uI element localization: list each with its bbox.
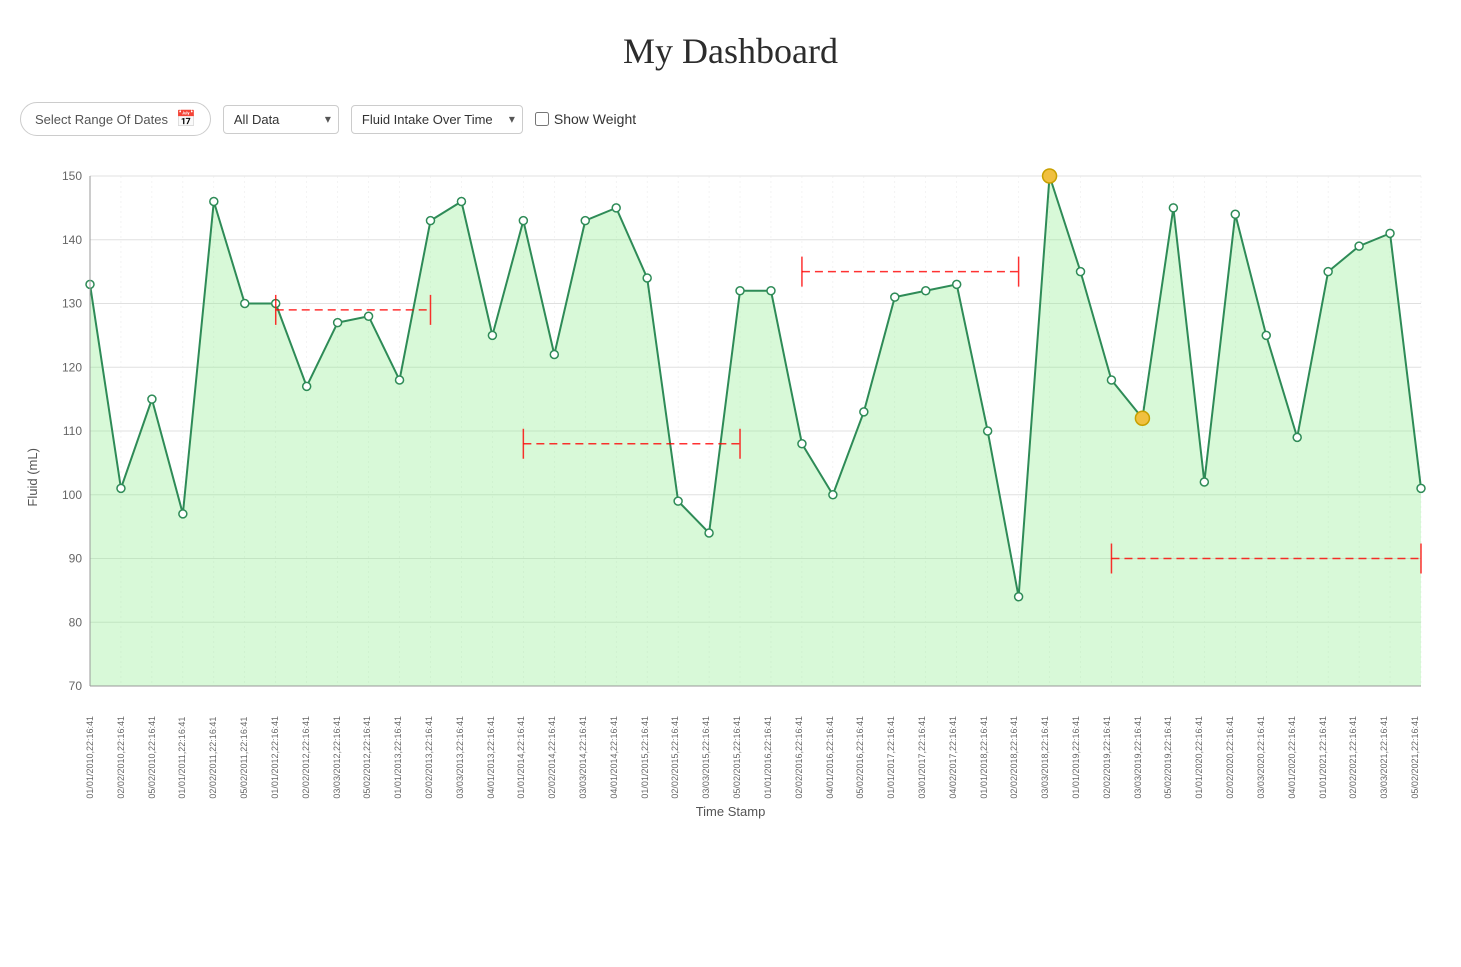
x-tick-label: 02/02/2019,22:16:41 <box>1102 716 1133 799</box>
x-tick-label: 01/01/2018,22:16:41 <box>979 716 1010 799</box>
controls-bar: Select Range Of Dates 📅 All DataLast 30 … <box>0 92 1461 146</box>
chart-inner: 70 80 90 100 110 120 130 140 150 01/01/2010,22:1… <box>40 156 1441 799</box>
x-tick-label: 05/02/2012,22:16:41 <box>362 716 393 799</box>
chart-type-select[interactable]: Fluid Intake Over TimeWeight Over TimeCo… <box>351 105 523 134</box>
x-tick-label: 05/02/2021,22:16:41 <box>1410 716 1441 799</box>
x-tick-label: 02/02/2011,22:16:41 <box>208 716 239 799</box>
x-tick-label: 03/03/2015,22:16:41 <box>701 716 732 799</box>
chart-area: Fluid (mL) 70 80 90 100 110 120 130 140 150 01/0… <box>20 156 1441 799</box>
date-range-button[interactable]: Select Range Of Dates 📅 <box>20 102 211 136</box>
x-tick-label: 03/03/2021,22:16:41 <box>1379 716 1410 799</box>
date-range-label: Select Range Of Dates <box>35 112 168 127</box>
svg-text:140: 140 <box>62 233 82 247</box>
chart-container: Fluid (mL) 70 80 90 100 110 120 130 140 150 01/0… <box>20 156 1441 819</box>
x-tick-label: 04/01/2013,22:16:41 <box>486 716 517 799</box>
x-tick-label: 03/03/2014,22:16:41 <box>578 716 609 799</box>
show-weight-checkbox[interactable] <box>535 112 549 126</box>
svg-text:110: 110 <box>63 424 82 438</box>
show-weight-label[interactable]: Show Weight <box>535 111 636 127</box>
x-tick-label: 02/02/2016,22:16:41 <box>794 716 825 799</box>
x-tick-label: 04/01/2014,22:16:41 <box>609 716 640 799</box>
x-tick-label: 02/02/2012,22:16:41 <box>301 716 332 799</box>
svg-text:70: 70 <box>69 679 83 693</box>
svg-text:150: 150 <box>62 169 82 183</box>
x-tick-label: 03/01/2017,22:16:41 <box>917 716 948 799</box>
x-tick-label: 01/01/2012,22:16:41 <box>270 716 301 799</box>
x-tick-label: 05/02/2015,22:16:41 <box>732 716 763 799</box>
x-tick-label: 01/01/2019,22:16:41 <box>1071 716 1102 799</box>
x-tick-label: 02/02/2021,22:16:41 <box>1348 716 1379 799</box>
page-title: My Dashboard <box>0 0 1461 92</box>
svg-text:90: 90 <box>69 552 83 566</box>
x-tick-label: 01/01/2015,22:16:41 <box>640 716 671 799</box>
x-tick-label: 01/01/2017,22:16:41 <box>886 716 917 799</box>
x-tick-label: 01/01/2013,22:16:41 <box>393 716 424 799</box>
x-tick-label: 03/03/2018,22:16:41 <box>1040 716 1071 799</box>
x-tick-label: 02/02/2018,22:16:41 <box>1009 716 1040 799</box>
y-axis-label: Fluid (mL) <box>20 156 40 799</box>
x-tick-label: 05/02/2016,22:16:41 <box>855 716 886 799</box>
x-tick-label: 03/03/2012,22:16:41 <box>332 716 363 799</box>
x-axis-label: Time Stamp <box>20 799 1441 819</box>
x-tick-label: 04/01/2016,22:16:41 <box>825 716 856 799</box>
main-chart-svg: 70 80 90 100 110 120 130 140 150 <box>40 156 1441 716</box>
x-tick-label: 01/01/2011,22:16:41 <box>177 716 208 799</box>
x-tick-label: 05/02/2019,22:16:41 <box>1163 716 1194 799</box>
x-tick-label: 03/03/2013,22:16:41 <box>455 716 486 799</box>
x-tick-label: 02/02/2014,22:16:41 <box>547 716 578 799</box>
svg-text:80: 80 <box>69 615 83 629</box>
x-tick-label: 01/01/2010,22:16:41 <box>85 716 116 799</box>
x-tick-label: 01/01/2021,22:16:41 <box>1318 716 1349 799</box>
show-weight-text: Show Weight <box>554 111 636 127</box>
chart-type-select-wrapper: Fluid Intake Over TimeWeight Over TimeCo… <box>351 105 523 134</box>
x-tick-label: 01/01/2016,22:16:41 <box>763 716 794 799</box>
all-data-select-wrapper: All DataLast 30 DaysLast 90 DaysCustom <box>223 105 339 134</box>
x-tick-label: 05/02/2011,22:16:41 <box>239 716 270 799</box>
x-tick-label: 05/02/2010,22:16:41 <box>147 716 178 799</box>
svg-text:120: 120 <box>62 360 82 374</box>
x-tick-label: 04/01/2020,22:16:41 <box>1287 716 1318 799</box>
x-tick-label: 04/02/2017,22:16:41 <box>948 716 979 799</box>
x-tick-label: 02/02/2010,22:16:41 <box>116 716 147 799</box>
svg-text:100: 100 <box>62 488 82 502</box>
calendar-icon: 📅 <box>176 109 196 129</box>
x-tick-label: 02/02/2015,22:16:41 <box>670 716 701 799</box>
x-tick-label: 02/02/2013,22:16:41 <box>424 716 455 799</box>
all-data-select[interactable]: All DataLast 30 DaysLast 90 DaysCustom <box>223 105 339 134</box>
x-tick-label: 01/01/2014,22:16:41 <box>516 716 547 799</box>
x-tick-label: 03/03/2019,22:16:41 <box>1133 716 1164 799</box>
svg-text:130: 130 <box>62 297 82 311</box>
x-axis-ticks: 01/01/2010,22:16:4102/02/2010,22:16:4105… <box>40 716 1441 799</box>
x-tick-label: 02/02/2020,22:16:41 <box>1225 716 1256 799</box>
x-tick-label: 03/03/2020,22:16:41 <box>1256 716 1287 799</box>
x-tick-label: 01/01/2020,22:16:41 <box>1194 716 1225 799</box>
